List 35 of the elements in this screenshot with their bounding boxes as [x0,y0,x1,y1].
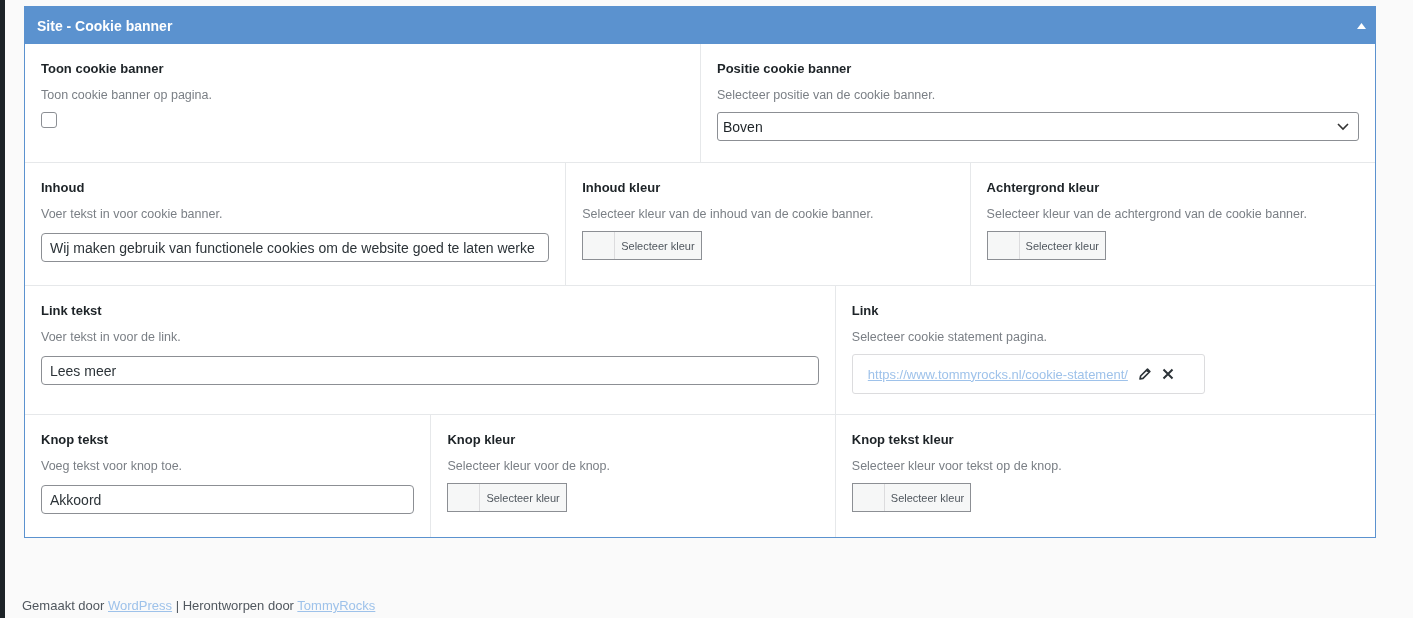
checkbox[interactable] [41,112,57,128]
color-picker-button[interactable]: Selecteer kleur [851,483,972,512]
footer-credit: Gemaakt door WordPress | Herontworpen door TommyRocks [22,598,377,613]
field-label: Toon cookie banner [41,61,165,77]
field-description: Selecteer kleur van de achtergrond van de cookie banner. [986,206,1308,222]
field-description: Voeg tekst voor knop toe. [41,458,184,474]
field-description: Voer tekst in voor cookie banner. [41,206,224,222]
field-description: Selecteer kleur voor tekst op de knop. [851,458,1063,474]
panel-title: Site - Cookie banner [37,17,173,34]
field-label: Inhoud kleur [582,180,662,196]
field-label: Positie cookie banner [717,61,853,77]
field-label: Knop tekst kleur [851,432,955,448]
field-description: Selecteer cookie statement pagina. [851,329,1049,345]
text-input-field[interactable]: Lees meer [41,356,819,385]
pencil-icon[interactable] [1137,367,1152,381]
dropdown[interactable]: Boven [717,112,1359,141]
field-label: Knop tekst [41,432,110,448]
close-icon[interactable] [1161,368,1174,380]
color-picker-button[interactable]: Selecteer kleur [986,231,1106,260]
color-picker-button[interactable]: Selecteer kleur [582,231,702,260]
text-input-field[interactable]: Wij maken gebruik van functionele cookies om de website goed te laten werke [41,233,550,262]
field-label: Achtergrond kleur [986,180,1101,196]
field-label: Knop kleur [447,432,517,448]
collapse-triangle-icon[interactable] [1357,22,1366,29]
field-description: Toon cookie banner op pagina. [41,87,213,103]
color-picker-button[interactable]: Selecteer kleur [447,483,567,512]
field-label: Link tekst [41,303,103,319]
field-description: Selecteer kleur voor de knop. [447,458,611,474]
field-description: Voer tekst in voor de link. [41,329,182,345]
text-input-field[interactable]: Akkoord [41,485,415,514]
field-description: Selecteer positie van de cookie banner. [717,87,937,103]
field-description: Selecteer kleur van de inhoud van de cookie banner. [582,206,875,222]
chevron-down-icon[interactable] [1337,122,1349,131]
field-label: Link [851,303,880,319]
field-label: Inhoud [41,180,86,196]
